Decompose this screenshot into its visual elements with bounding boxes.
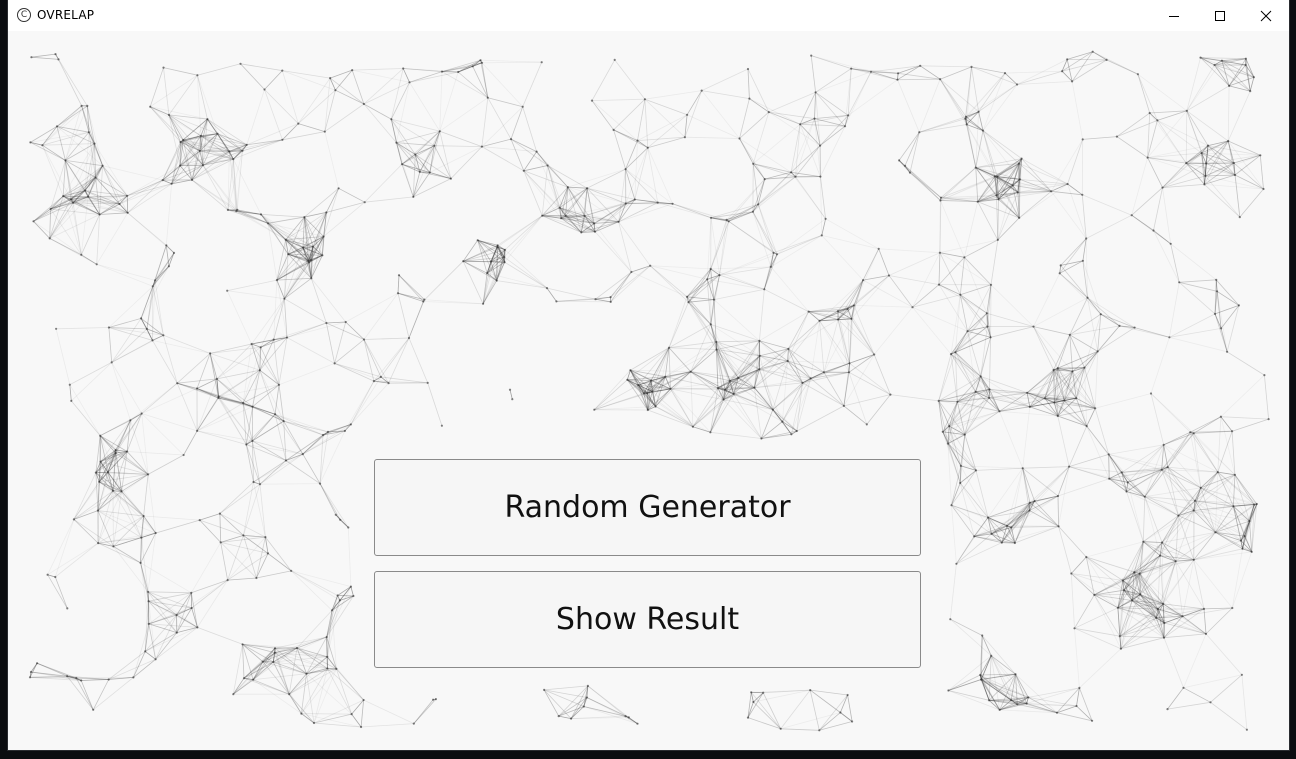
maximize-button[interactable] [1197,0,1243,31]
close-button[interactable] [1243,0,1289,31]
show-result-label: Show Result [555,602,740,637]
window-title: OVRELAP [37,8,95,22]
app-window: C OVRELAP Random Generator Show Result [8,0,1289,750]
maximize-icon [1215,10,1225,21]
app-icon: C [17,8,31,22]
close-icon [1260,10,1272,21]
title-bar[interactable]: C OVRELAP [8,0,1289,31]
random-generator-button[interactable]: Random Generator [374,459,921,556]
minimize-button[interactable] [1151,0,1197,31]
network-canvas: Random Generator Show Result [8,31,1289,750]
minimize-icon [1169,15,1179,17]
show-result-button[interactable]: Show Result [374,571,921,668]
random-generator-label: Random Generator [504,490,791,525]
